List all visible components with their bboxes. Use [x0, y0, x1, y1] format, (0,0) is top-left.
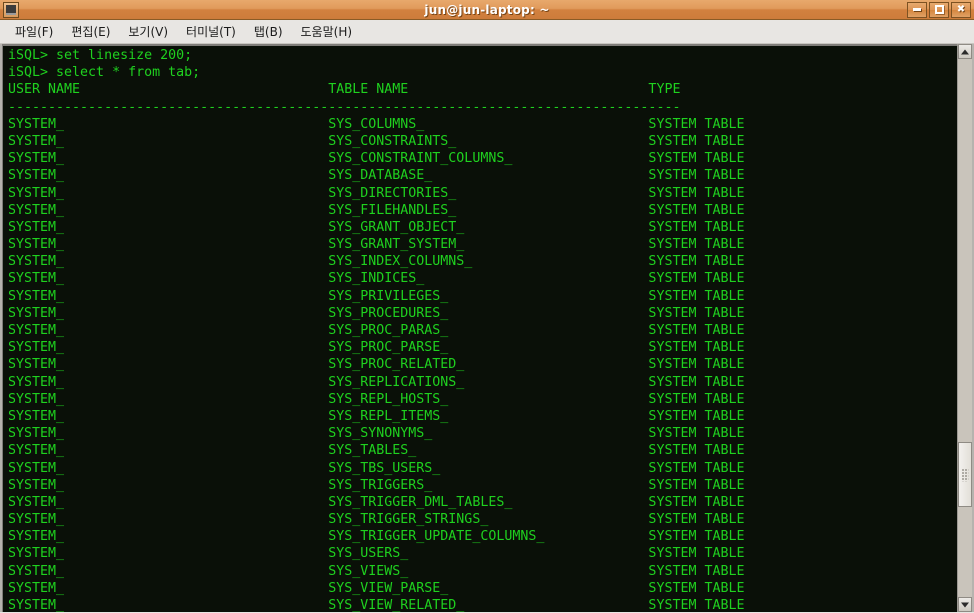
terminal-line: SYSTEM_ SYS_CONSTRAINTS_ SYSTEM TABLE: [8, 133, 745, 149]
terminal-line: SYSTEM_ SYS_INDICES_ SYSTEM TABLE: [8, 271, 745, 287]
window-title: jun@jun-laptop: ~: [424, 2, 550, 17]
terminal-line: SYSTEM_ SYS_PROC_PARAS_ SYSTEM TABLE: [8, 323, 745, 338]
terminal-line: SYSTEM_ SYS_PROC_PARSE_ SYSTEM TABLE: [8, 340, 745, 356]
terminal-line: SYSTEM_ SYS_TRIGGER_STRINGS_ SYSTEM TABL…: [8, 512, 745, 528]
scroll-down-arrow-icon[interactable]: [958, 597, 972, 612]
scrollbar-grip-icon: [961, 468, 969, 482]
minimize-button[interactable]: [907, 1, 927, 18]
terminal-line: SYSTEM_ SYS_USERS_ SYSTEM TABLE: [8, 546, 745, 562]
terminal-line: SYSTEM_ SYS_GRANT_SYSTEM_ SYSTEM TABLE: [8, 237, 745, 253]
terminal-line: SYSTEM_ SYS_SYNONYMS_ SYSTEM TABLE: [8, 426, 745, 442]
terminal-line: USER NAME TABLE NAME TYPE: [8, 82, 681, 98]
terminal-line: SYSTEM_ SYS_TRIGGERS_ SYSTEM TABLE: [8, 477, 745, 493]
terminal-line: SYSTEM_ SYS_FILEHANDLES_ SYSTEM TABLE: [8, 202, 745, 218]
maximize-button[interactable]: [929, 1, 949, 18]
terminal-line: SYSTEM_ SYS_CONSTRAINT_COLUMNS_ SYSTEM T…: [8, 151, 745, 167]
terminal-line: SYSTEM_ SYS_TRIGGER_UPDATE_COLUMNS_ SYST…: [8, 529, 745, 545]
terminal-line: SYSTEM_ SYS_TABLES_ SYSTEM TABLE: [8, 443, 745, 459]
terminal-line: SYSTEM_ SYS_COLUMNS_ SYSTEM TABLE: [8, 116, 745, 132]
terminal-scrollbar[interactable]: [957, 44, 974, 612]
scrollbar-track[interactable]: [958, 59, 972, 597]
terminal-text: iSQL> set linesize 200; iSQL> select * fr…: [8, 47, 745, 612]
terminal-line: SYSTEM_ SYS_REPL_HOSTS_ SYSTEM TABLE: [8, 391, 745, 407]
terminal-icon: [3, 1, 19, 18]
terminal-line: SYSTEM_ SYS_DATABASE_ SYSTEM TABLE: [8, 168, 745, 184]
terminal-line: SYSTEM_ SYS_INDEX_COLUMNS_ SYSTEM TABLE: [8, 254, 745, 270]
menu-tabs[interactable]: 탭(B): [245, 21, 292, 42]
terminal-line: SYSTEM_ SYS_VIEW_PARSE_ SYSTEM TABLE: [8, 580, 745, 596]
terminal-line: SYSTEM_ SYS_PROCEDURES_ SYSTEM TABLE: [8, 305, 745, 321]
terminal-window: jun@jun-laptop: ~ ✖ 파일(F) 편집(E) 보기(V) 터미…: [0, 0, 974, 613]
terminal-line: SYSTEM_ SYS_PROC_RELATED_ SYSTEM TABLE: [8, 357, 745, 373]
menu-help[interactable]: 도움말(H): [292, 21, 362, 42]
window-controls: ✖: [907, 1, 974, 18]
terminal-viewport[interactable]: iSQL> set linesize 200; iSQL> select * fr…: [2, 44, 957, 612]
terminal-line: iSQL> set linesize 200;: [8, 48, 193, 63]
close-button[interactable]: ✖: [951, 1, 971, 18]
terminal-line: SYSTEM_ SYS_VIEWS_ SYSTEM TABLE: [8, 563, 745, 579]
menubar: 파일(F) 편집(E) 보기(V) 터미널(T) 탭(B) 도움말(H): [0, 20, 974, 44]
window-titlebar[interactable]: jun@jun-laptop: ~ ✖: [0, 0, 974, 20]
terminal-line: SYSTEM_ SYS_REPLICATIONS_ SYSTEM TABLE: [8, 374, 745, 390]
menu-view[interactable]: 보기(V): [119, 21, 177, 42]
terminal-line: SYSTEM_ SYS_DIRECTORIES_ SYSTEM TABLE: [8, 185, 745, 201]
terminal-line: SYSTEM_ SYS_TRIGGER_DML_TABLES_ SYSTEM T…: [8, 494, 745, 510]
terminal-body: iSQL> set linesize 200; iSQL> select * fr…: [0, 44, 974, 612]
terminal-line: SYSTEM_ SYS_VIEW_RELATED_ SYSTEM TABLE: [8, 598, 745, 612]
terminal-line: SYSTEM_ SYS_PRIVILEGES_ SYSTEM TABLE: [8, 288, 745, 304]
scroll-up-arrow-icon[interactable]: [958, 44, 972, 59]
terminal-line: SYSTEM_ SYS_GRANT_OBJECT_ SYSTEM TABLE: [8, 219, 745, 235]
menu-edit[interactable]: 편집(E): [62, 21, 119, 42]
close-icon: ✖: [956, 3, 966, 15]
menu-terminal[interactable]: 터미널(T): [177, 21, 245, 42]
terminal-line: ----------------------------------------…: [8, 99, 681, 115]
terminal-line: iSQL> select * from tab;: [8, 65, 201, 81]
scrollbar-thumb[interactable]: [958, 442, 972, 508]
menu-file[interactable]: 파일(F): [6, 21, 62, 42]
terminal-line: SYSTEM_ SYS_TBS_USERS_ SYSTEM TABLE: [8, 460, 745, 476]
terminal-line: SYSTEM_ SYS_REPL_ITEMS_ SYSTEM TABLE: [8, 408, 745, 424]
